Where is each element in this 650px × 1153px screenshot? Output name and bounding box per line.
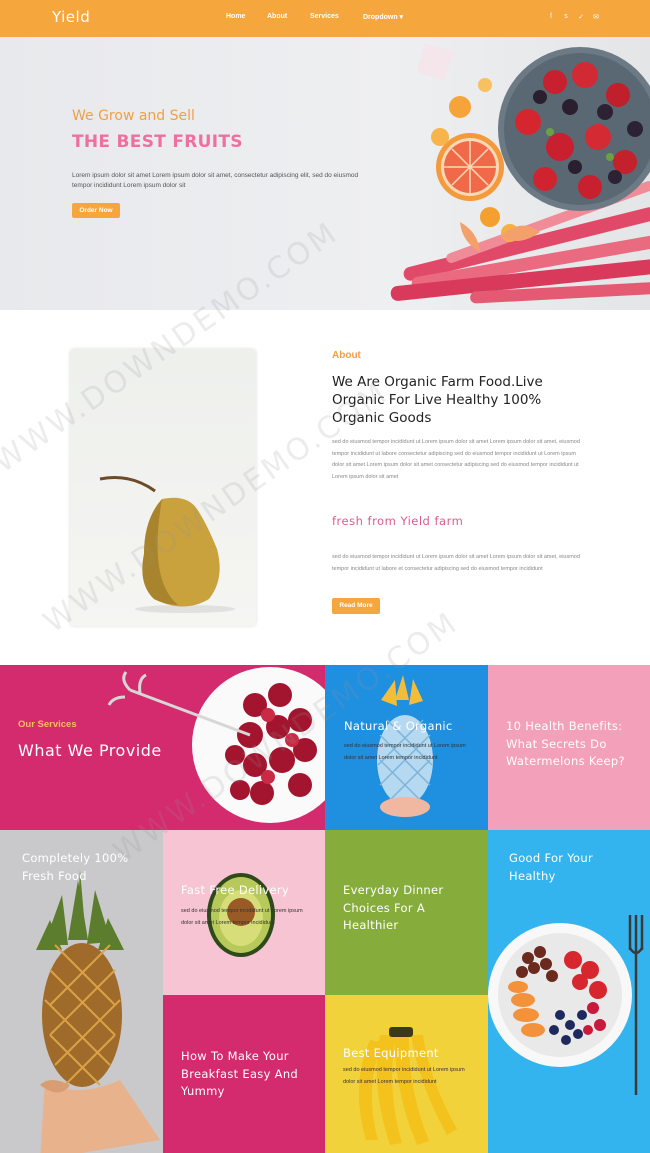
service-text: sed do eiusmod tempor incididunt ut Lore… (344, 743, 466, 761)
service-title: Everyday Dinner Choices For A Healthier (343, 883, 444, 932)
service-tile-equipment[interactable]: Best Equipment sed do eiusmod tempor inc… (325, 995, 488, 1153)
mail-icon[interactable]: ✉ (593, 13, 599, 21)
service-title: 10 Health Benefits: What Secrets Do Wate… (506, 719, 625, 768)
nav-dropdown[interactable]: Dropdown ▾ (363, 13, 423, 21)
service-text: sed do eiusmod tempor incididunt ut Lore… (181, 908, 303, 926)
services-title: What We Provide (18, 741, 162, 760)
services-label: Our Services (18, 719, 77, 730)
nav-link-services[interactable]: Services (310, 13, 370, 20)
service-tile-dinner[interactable]: Everyday Dinner Choices For A Healthier (325, 830, 488, 995)
about-subtitle: fresh from Yield farm (332, 514, 464, 528)
order-now-button[interactable]: Order Now (72, 203, 120, 218)
nav-link-home[interactable]: Home (226, 13, 245, 20)
service-title: Natural & Organic (344, 719, 453, 733)
about-paragraph: sed do eiusmod tempor incididunt ut Lore… (332, 439, 580, 480)
service-tile-healthy[interactable]: Good For Your Healthy (488, 830, 650, 1153)
service-tile-breakfast[interactable]: How To Make Your Breakfast Easy And Yumm… (163, 995, 325, 1153)
pear-image (70, 349, 256, 626)
hero-subtitle: We Grow and Sell (72, 108, 195, 124)
skype-icon[interactable]: s (563, 13, 569, 21)
hero-title: THE BEST FRUITS (72, 132, 243, 152)
about-title: We Are Organic Farm Food.Live Organic Fo… (332, 374, 543, 426)
hero-banner: We Grow and Sell THE BEST FRUITS Lorem i… (0, 37, 650, 310)
service-title: Fast Free Delivery (181, 883, 289, 897)
top-navbar: Yield Home About Services Dropdown ▾ f s… (0, 0, 650, 37)
service-title: Good For Your Healthy (509, 851, 594, 883)
hero-fruit-image (390, 43, 650, 304)
facebook-icon[interactable]: f (548, 13, 554, 21)
hero-text: Lorem ipsum dolor sit amet Lorem ipsum d… (72, 172, 359, 189)
twitter-icon[interactable]: ✓ (578, 13, 584, 21)
brand-logo[interactable]: Yield (52, 8, 90, 26)
pear-illustration (99, 476, 235, 613)
nav-link-about[interactable]: About (267, 13, 287, 20)
read-more-button[interactable]: Read More (332, 598, 380, 614)
social-links: f s ✓ ✉ (548, 13, 599, 21)
about-label: About (332, 350, 361, 361)
service-tile-delivery[interactable]: Fast Free Delivery sed do eiusmod tempor… (163, 830, 325, 995)
service-tile-natural[interactable]: Natural & Organic sed do eiusmod tempor … (325, 665, 488, 830)
service-tile-fresh-food[interactable]: Completely 100% Fresh Food (0, 830, 163, 1153)
service-title: How To Make Your Breakfast Easy And Yumm… (181, 1049, 299, 1098)
service-text: sed do eiusmod tempor incididunt ut Lore… (343, 1067, 465, 1085)
service-tile-watermelon[interactable]: 10 Health Benefits: What Secrets Do Wate… (488, 665, 650, 830)
service-title: Completely 100% Fresh Food (22, 851, 129, 883)
service-title: Best Equipment (343, 1046, 439, 1060)
about-paragraph-2: sed do eiusmod tempor incididunt ut Lore… (332, 554, 580, 572)
